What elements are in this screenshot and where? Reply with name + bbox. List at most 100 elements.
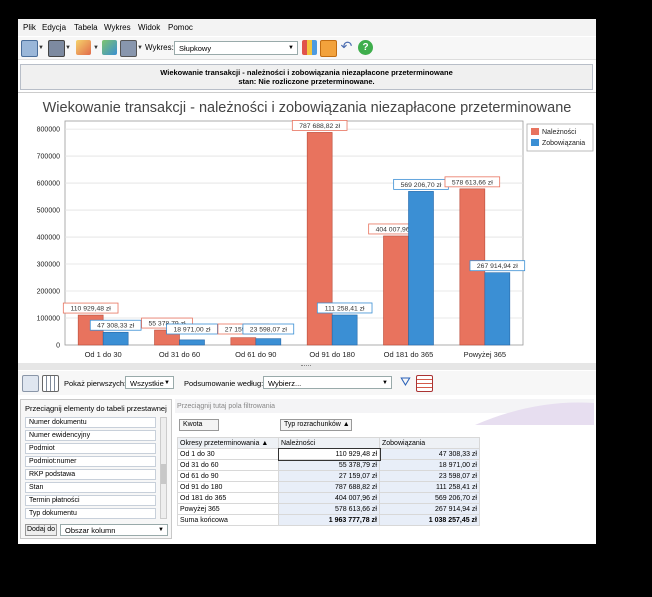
field-item[interactable]: Numer ewidencyjny — [25, 430, 156, 441]
print-preview-icon[interactable] — [120, 40, 137, 57]
filter-clear-icon[interactable]: ⛛ — [398, 375, 413, 390]
menu-pomoc[interactable]: Pomoc — [168, 23, 193, 32]
chevron-down-icon[interactable]: ▼ — [38, 45, 44, 51]
column-field-label: Typ rozrachunków — [284, 421, 341, 428]
sort-asc-icon: ▲ — [259, 439, 269, 447]
cell-value[interactable]: 47 308,33 zł — [379, 448, 480, 460]
warning-icon[interactable] — [320, 40, 337, 57]
show-first-label: Pokaż pierwszych: — [64, 379, 127, 388]
menu-wykres[interactable]: Wykres — [104, 23, 131, 32]
cell-value[interactable]: 787 688,82 zł — [278, 481, 380, 493]
column-header: Należności — [278, 437, 380, 449]
field-item[interactable]: Podmiot — [25, 443, 156, 454]
field-item[interactable]: Stan — [25, 482, 156, 493]
field-item[interactable]: Typ dokumentu — [25, 508, 156, 519]
summarize-by-value: Wybierz... — [268, 379, 302, 388]
cell-value[interactable]: 23 598,07 zł — [379, 470, 480, 482]
bar — [408, 191, 434, 346]
table-icon[interactable] — [42, 375, 59, 392]
legend-swatch — [531, 139, 539, 146]
filter-drop-area[interactable]: Przeciągnij tutaj pola filtrowania — [177, 403, 275, 410]
chevron-down-icon[interactable]: ▼ — [65, 45, 71, 51]
data-label: 18 971,00 zł — [173, 327, 211, 334]
summarize-by-select[interactable]: Wybierz... ▼ — [263, 376, 392, 389]
table-row: Od 91 do 180 787 688,82 zł 111 258,41 zł — [177, 481, 480, 493]
cell-value[interactable]: 267 914,94 zł — [379, 503, 480, 515]
column-header: Zobowiązania — [379, 437, 480, 449]
bar — [331, 314, 358, 346]
x-tick-label: Powyżej 365 — [464, 350, 507, 359]
sort-asc-icon: ▲ — [342, 421, 350, 428]
total-row: Suma końcowa 1 963 777,78 zł 1 038 257,4… — [177, 514, 480, 526]
menu-edycja[interactable]: Edycja — [42, 23, 66, 32]
table-row: Od 31 do 60 55 378,79 zł 18 971,00 zł — [177, 459, 480, 471]
menu-widok[interactable]: Widok — [138, 23, 160, 32]
add-to-button[interactable]: Dodaj do — [25, 524, 57, 536]
data-label: 578 613,66 zł — [452, 179, 493, 186]
x-tick-label: Od 91 do 180 — [309, 350, 354, 359]
bar-chart-icon[interactable] — [302, 40, 317, 55]
row-label: Od 91 do 180 — [177, 481, 279, 493]
field-item[interactable]: Numer dokumentu — [25, 417, 156, 428]
y-tick-label: 700000 — [37, 154, 60, 161]
table-settings-icon[interactable] — [416, 375, 433, 392]
bar — [383, 235, 409, 346]
chevron-down-icon[interactable]: ▼ — [137, 45, 143, 51]
print-icon[interactable] — [48, 40, 65, 57]
bar — [179, 339, 205, 346]
chart-type-value: Słupkowy — [179, 44, 212, 53]
table-row: Od 181 do 365 404 007,96 zł 569 206,70 z… — [177, 492, 480, 504]
scrollbar-thumb[interactable] — [161, 464, 166, 484]
field-item[interactable]: RKP podstawa — [25, 469, 156, 480]
save-icon[interactable] — [21, 40, 38, 57]
data-label: 111 258,41 zł — [325, 305, 365, 312]
cell-value[interactable]: 111 258,41 zł — [379, 481, 480, 493]
row-label: Od 1 do 30 — [177, 448, 279, 460]
cell-value[interactable]: 404 007,96 zł — [278, 492, 380, 504]
chevron-down-icon: ▼ — [382, 380, 388, 386]
summarize-by-label: Podsumowanie według: — [184, 379, 264, 388]
help-icon[interactable]: ? — [358, 40, 373, 55]
export-icon[interactable] — [102, 40, 117, 55]
cell-value[interactable]: 110 929,48 zł — [277, 447, 381, 461]
data-field-kwota[interactable]: Kwota — [179, 419, 219, 431]
cell-value[interactable]: 578 613,66 zł — [278, 503, 380, 515]
y-tick-label: 800000 — [37, 127, 60, 134]
chart-type-label: Wykres: — [145, 43, 174, 52]
y-tick-label: 100000 — [37, 316, 60, 323]
column-field-button[interactable]: Typ rozrachunków ▲ — [280, 419, 352, 431]
y-tick-label: 300000 — [37, 262, 60, 269]
field-item[interactable]: Termin płatności — [25, 495, 156, 506]
y-tick-label: 500000 — [37, 208, 60, 215]
copy-icon[interactable] — [22, 375, 39, 392]
row-field-button[interactable]: Okresy przeterminowania ▲ — [177, 437, 279, 449]
menu-bar: Plik Edycja Tabela Wykres Widok Pomoc — [18, 19, 596, 36]
field-list-scrollbar[interactable] — [160, 417, 167, 519]
cell-value[interactable]: 569 206,70 zł — [379, 492, 480, 504]
y-tick-label: 200000 — [37, 289, 60, 296]
cell-value[interactable]: 27 159,07 zł — [278, 470, 380, 482]
show-first-select[interactable]: Wszystkie ▼ — [125, 376, 174, 389]
chevron-down-icon[interactable]: ▼ — [93, 45, 99, 51]
total-value: 1 038 257,45 zł — [379, 514, 480, 526]
undo-icon[interactable]: ↶ — [339, 39, 354, 55]
x-tick-label: Od 1 do 30 — [85, 350, 122, 359]
cell-value[interactable]: 18 971,00 zł — [379, 459, 480, 471]
field-item[interactable]: Podmiot:numer — [25, 456, 156, 467]
bar-chart: Wiekowanie transakcji - należności i zob… — [37, 100, 594, 359]
chart-type-select[interactable]: Słupkowy ▼ — [174, 41, 298, 55]
cell-value[interactable]: 55 378,79 zł — [278, 459, 380, 471]
row-field-label: Okresy przeterminowania — [180, 439, 260, 447]
menu-plik[interactable]: Plik — [23, 23, 36, 32]
y-tick-label: 400000 — [37, 235, 60, 242]
application-window: Plik Edycja Tabela Wykres Widok Pomoc ▼ … — [18, 19, 596, 544]
add-target-select[interactable]: Obszar kolumn ▼ — [60, 524, 168, 536]
bar — [230, 337, 257, 346]
report-header: Wiekowanie transakcji - należności i zob… — [20, 64, 593, 90]
chart-wizard-icon[interactable] — [76, 40, 91, 55]
show-first-value: Wszystkie — [130, 379, 164, 388]
splitter[interactable] — [18, 363, 596, 370]
legend-label: Zobowiązania — [542, 140, 585, 147]
menu-tabela[interactable]: Tabela — [74, 23, 98, 32]
data-label: 47 308,33 zł — [97, 323, 135, 330]
